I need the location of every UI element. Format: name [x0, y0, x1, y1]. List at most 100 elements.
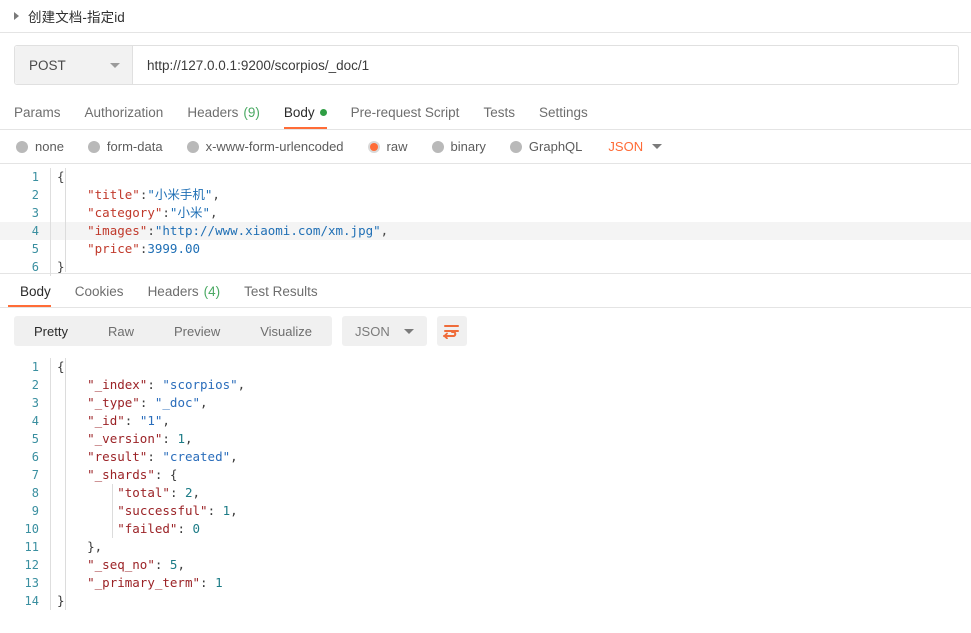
line-number: 4 — [31, 414, 39, 428]
word-wrap-icon — [443, 324, 460, 339]
line-number: 12 — [24, 558, 39, 572]
body-type-x-www-form-urlencoded[interactable]: x-www-form-urlencoded — [186, 139, 344, 154]
tab-label: Settings — [538, 105, 588, 120]
line-number: 11 — [24, 540, 39, 554]
view-mode-pretty[interactable]: Pretty — [14, 316, 88, 346]
code-text: "_index": "scorpios", — [50, 376, 971, 394]
tab-params[interactable]: Params — [14, 105, 73, 129]
request-body-format-label: JSON — [608, 139, 644, 154]
code-text: "result": "created", — [50, 448, 971, 466]
code-text: } — [50, 258, 971, 276]
indent-guide — [65, 358, 66, 610]
code-text: }, — [50, 538, 971, 556]
tab-settings[interactable]: Settings — [527, 105, 600, 129]
code-line: 14} — [0, 592, 971, 610]
code-text: { — [50, 358, 971, 376]
line-number: 14 — [24, 594, 39, 608]
response-format-label: JSON — [355, 323, 390, 339]
code-line: 4 "_id": "1", — [0, 412, 971, 430]
response-tab-cookies[interactable]: Cookies — [63, 284, 136, 307]
http-method-select[interactable]: POST — [15, 46, 133, 84]
tab-headers[interactable]: Headers (9) — [175, 105, 272, 129]
view-mode-raw[interactable]: Raw — [88, 316, 154, 346]
code-text: "_primary_term": 1 — [50, 574, 971, 592]
tab-label: Body — [20, 284, 51, 299]
chevron-down-icon — [110, 62, 120, 68]
code-text: { — [50, 168, 971, 186]
tab-label: Tests — [483, 105, 515, 120]
body-type-label: x-www-form-urlencoded — [205, 139, 344, 154]
tab-label: Headers — [147, 284, 199, 299]
line-number: 3 — [31, 206, 39, 220]
response-viewer-toolbar: Pretty Raw Preview Visualize JSON — [0, 308, 971, 354]
line-number: 2 — [31, 188, 39, 202]
tab-label: Test Results — [244, 284, 318, 299]
indent-guide-nested — [112, 484, 113, 538]
tab-tests[interactable]: Tests — [471, 105, 527, 129]
code-line: 9 "successful": 1, — [0, 502, 971, 520]
tab-body[interactable]: Body — [272, 105, 339, 129]
code-line: 6 "result": "created", — [0, 448, 971, 466]
line-number: 10 — [24, 522, 39, 536]
code-text: "_id": "1", — [50, 412, 971, 430]
response-headers-count-badge: (4) — [203, 284, 221, 299]
code-text: "successful": 1, — [50, 502, 971, 520]
code-text: "total": 2, — [50, 484, 971, 502]
line-number: 1 — [31, 170, 39, 184]
code-line: 5 "price":3999.00 — [0, 240, 971, 258]
body-type-row: none form-data x-www-form-urlencoded raw… — [0, 130, 971, 163]
view-mode-visualize[interactable]: Visualize — [240, 316, 332, 346]
view-mode-label: Visualize — [260, 323, 313, 339]
triangle-right-icon[interactable] — [14, 12, 19, 20]
response-body-editor[interactable]: 1{2 "_index": "scorpios", 3 "_type": "_do… — [0, 354, 971, 614]
line-number: 4 — [31, 224, 39, 238]
code-text: "_seq_no": 5, — [50, 556, 971, 574]
code-line: 5 "_version": 1, — [0, 430, 971, 448]
code-text: "title":"小米手机", — [50, 186, 971, 204]
request-body-format-select[interactable]: JSON — [608, 139, 663, 154]
request-url-row: POST — [0, 33, 971, 95]
body-type-raw[interactable]: raw — [367, 139, 408, 154]
response-tab-headers[interactable]: Headers (4) — [136, 284, 233, 307]
body-type-label: form-data — [106, 139, 163, 154]
line-number: 6 — [31, 260, 39, 274]
word-wrap-toggle[interactable] — [436, 316, 467, 346]
body-type-none[interactable]: none — [16, 139, 64, 154]
response-format-select[interactable]: JSON — [342, 316, 427, 346]
code-line: 6} — [0, 258, 971, 276]
view-mode-label: Raw — [107, 323, 134, 339]
indent-guide — [65, 168, 66, 272]
code-line: 2 "title":"小米手机", — [0, 186, 971, 204]
code-text: } — [50, 592, 971, 610]
code-text: "failed": 0 — [50, 520, 971, 538]
tab-pre-request-script[interactable]: Pre-request Script — [339, 105, 472, 129]
line-number: 3 — [31, 396, 39, 410]
response-tab-body[interactable]: Body — [8, 284, 63, 307]
chevron-down-icon — [652, 144, 663, 149]
tab-label: Params — [14, 105, 61, 120]
code-line: 4 "images":"http://www.xiaomi.com/xm.jpg… — [0, 222, 971, 240]
request-body-editor[interactable]: 1{2 "title":"小米手机", 3 "category":"小米", 4 "… — [0, 163, 971, 276]
code-text: "_version": 1, — [50, 430, 971, 448]
body-type-label: none — [35, 139, 64, 154]
request-url-input[interactable] — [133, 46, 958, 84]
body-type-form-data[interactable]: form-data — [87, 139, 163, 154]
response-view-mode-group: Pretty Raw Preview Visualize — [14, 316, 333, 346]
view-mode-preview[interactable]: Preview — [154, 316, 240, 346]
body-type-graphql[interactable]: GraphQL — [509, 139, 582, 154]
tab-label: Cookies — [74, 284, 124, 299]
http-method-label: POST — [29, 57, 66, 73]
code-line: 1{ — [0, 358, 971, 376]
code-text: "_shards": { — [50, 466, 971, 484]
tab-authorization[interactable]: Authorization — [73, 105, 176, 129]
response-tab-test-results[interactable]: Test Results — [232, 284, 330, 307]
code-line: 11 }, — [0, 538, 971, 556]
body-type-binary[interactable]: binary — [431, 139, 486, 154]
code-line: 10 "failed": 0 — [0, 520, 971, 538]
request-tab-bar: Params Authorization Headers (9) Body Pr… — [0, 95, 971, 129]
line-number: 5 — [31, 432, 39, 446]
line-number: 1 — [31, 360, 39, 374]
code-line: 7 "_shards": { — [0, 466, 971, 484]
code-line: 1{ — [0, 168, 971, 186]
code-line: 13 "_primary_term": 1 — [0, 574, 971, 592]
